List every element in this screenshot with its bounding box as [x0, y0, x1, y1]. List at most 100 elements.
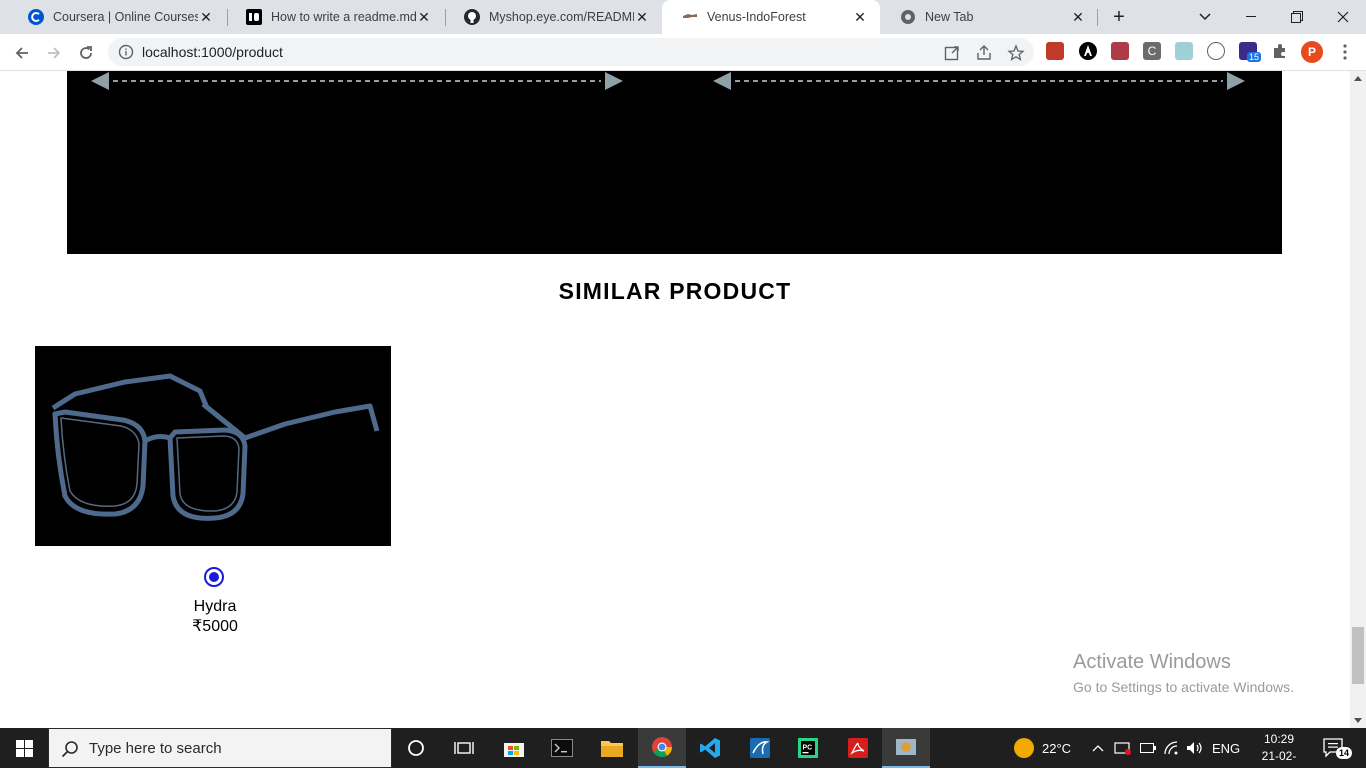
watermark-title: Activate Windows	[1073, 651, 1231, 673]
pycharm-button[interactable]: PC	[784, 728, 832, 768]
address-bar[interactable]: localhost:1000/product	[108, 38, 1034, 66]
info-icon[interactable]	[118, 44, 134, 60]
cortana-icon	[408, 740, 424, 756]
extension-1-icon[interactable]	[1046, 42, 1064, 60]
acrobat-button[interactable]	[834, 728, 882, 768]
extensions-puzzle-icon[interactable]	[1271, 42, 1289, 60]
extension-6-icon[interactable]	[1207, 42, 1225, 60]
volume-button[interactable]	[1186, 728, 1204, 768]
svg-text:PC: PC	[803, 745, 813, 752]
close-window-button[interactable]	[1320, 0, 1366, 34]
task-view-icon	[454, 742, 474, 754]
close-icon	[1337, 11, 1349, 23]
clock-date: 21-02-2022	[1261, 749, 1297, 780]
reload-button[interactable]	[73, 40, 99, 66]
star-icon[interactable]	[1007, 44, 1025, 62]
close-tab-icon[interactable]: ✕	[416, 9, 432, 25]
chrome-taskbar-button[interactable]	[638, 728, 686, 768]
new-tab-button[interactable]: +	[1109, 7, 1129, 27]
arrow-right-icon	[48, 47, 61, 59]
scroll-up-arrow-icon[interactable]	[1354, 76, 1362, 81]
cortana-button[interactable]	[392, 728, 440, 768]
start-button[interactable]	[0, 728, 48, 768]
page-scrollbar[interactable]	[1350, 71, 1366, 728]
open-in-app-icon[interactable]	[943, 44, 961, 62]
language-indicator[interactable]: ENG	[1212, 728, 1240, 768]
product-select-radio[interactable]	[204, 567, 224, 587]
tab-coursera[interactable]: Coursera | Online Courses & ✕	[8, 0, 226, 34]
tab-title: Venus-IndoForest	[707, 10, 806, 24]
tab-venus-indoforest[interactable]: Venus-IndoForest ✕	[662, 0, 880, 34]
radio-dot	[209, 572, 219, 582]
pycharm-icon: PC	[798, 738, 818, 758]
tray-icon-1[interactable]	[1114, 728, 1132, 768]
windows-logo-icon	[15, 739, 33, 757]
notification-center-button[interactable]: 14	[1322, 737, 1353, 759]
share-icon[interactable]	[975, 44, 993, 62]
extension-5-icon[interactable]	[1175, 42, 1193, 60]
profile-avatar[interactable]: P	[1301, 41, 1323, 63]
coursera-icon	[28, 9, 44, 25]
scroll-down-arrow-icon[interactable]	[1354, 718, 1362, 723]
arrow-left-icon	[15, 47, 28, 59]
taskbar-search-box[interactable]: Type here to search	[48, 728, 392, 768]
url-text[interactable]: localhost:1000/product	[142, 44, 283, 60]
battery-icon-button[interactable]	[1140, 728, 1156, 768]
search-placeholder: Type here to search	[89, 740, 222, 757]
device-icon	[1114, 742, 1131, 755]
task-view-button[interactable]	[440, 728, 488, 768]
close-tab-icon[interactable]: ✕	[198, 9, 214, 25]
tab-search-button[interactable]	[1182, 0, 1228, 34]
store-button[interactable]	[490, 728, 538, 768]
minimize-button[interactable]	[1228, 0, 1274, 34]
clock-time: 10:29	[1263, 732, 1295, 746]
temperature-text: 22°C	[1042, 740, 1072, 756]
dimension-arrow-right-icon	[713, 72, 1245, 90]
network-app-button[interactable]	[882, 728, 930, 768]
acrobat-icon	[848, 738, 868, 758]
dimension-arrow-left-icon	[91, 72, 623, 90]
tab-title: Myshop.eye.com/README.m	[489, 10, 634, 24]
product-image[interactable]	[35, 346, 391, 546]
page-viewport: SIMILAR PRODUCT Hydra ₹5000 Activate Win…	[0, 71, 1350, 728]
chevron-down-icon	[1199, 13, 1211, 21]
tab-github[interactable]: Myshop.eye.com/README.m ✕	[444, 0, 662, 34]
more-menu-icon[interactable]	[1337, 42, 1353, 62]
wireshark-button[interactable]	[736, 728, 784, 768]
terminal-button[interactable]	[538, 728, 586, 768]
extension-c-icon[interactable]: C	[1143, 42, 1161, 60]
browser-toolbar: localhost:1000/product C 15 P	[0, 34, 1366, 71]
forward-button[interactable]	[41, 40, 67, 66]
show-hidden-icons-button[interactable]	[1092, 728, 1104, 768]
extension-badge-icon[interactable]: 15	[1239, 42, 1262, 62]
file-explorer-button[interactable]	[588, 728, 636, 768]
product-card[interactable]: Hydra ₹5000	[35, 346, 391, 635]
back-button[interactable]	[9, 40, 35, 66]
wifi-button[interactable]	[1164, 728, 1180, 768]
extension-angular-icon[interactable]	[1079, 42, 1097, 60]
terminal-icon	[551, 739, 573, 757]
product-name: Hydra	[193, 598, 237, 615]
scrollbar-thumb[interactable]	[1352, 627, 1364, 684]
sun-icon	[1014, 738, 1034, 758]
tab-readme[interactable]: How to write a readme.md fil ✕	[226, 0, 444, 34]
extension-3-icon[interactable]	[1111, 42, 1129, 60]
network-app-icon	[896, 739, 916, 755]
tab-title: Coursera | Online Courses &	[53, 10, 198, 24]
close-tab-icon[interactable]: ✕	[852, 9, 868, 25]
vscode-button[interactable]	[686, 728, 734, 768]
site-icon	[682, 9, 698, 25]
watermark-subtitle: Go to Settings to activate Windows.	[1073, 679, 1294, 695]
close-tab-icon[interactable]: ✕	[634, 9, 650, 25]
system-clock[interactable]: 10:29 21-02-2022	[1252, 731, 1306, 782]
tab-new-tab[interactable]: New Tab ✕	[880, 0, 1098, 34]
vscode-icon	[700, 738, 720, 758]
restore-button[interactable]	[1274, 0, 1320, 34]
restore-icon	[1291, 11, 1303, 23]
close-tab-icon[interactable]: ✕	[1070, 9, 1086, 25]
section-title: SIMILAR PRODUCT	[558, 278, 792, 304]
speaker-icon	[1187, 742, 1202, 754]
chevron-up-icon	[1092, 745, 1104, 752]
weather-widget[interactable]: 22°C	[1014, 728, 1071, 768]
reload-icon	[80, 46, 92, 59]
